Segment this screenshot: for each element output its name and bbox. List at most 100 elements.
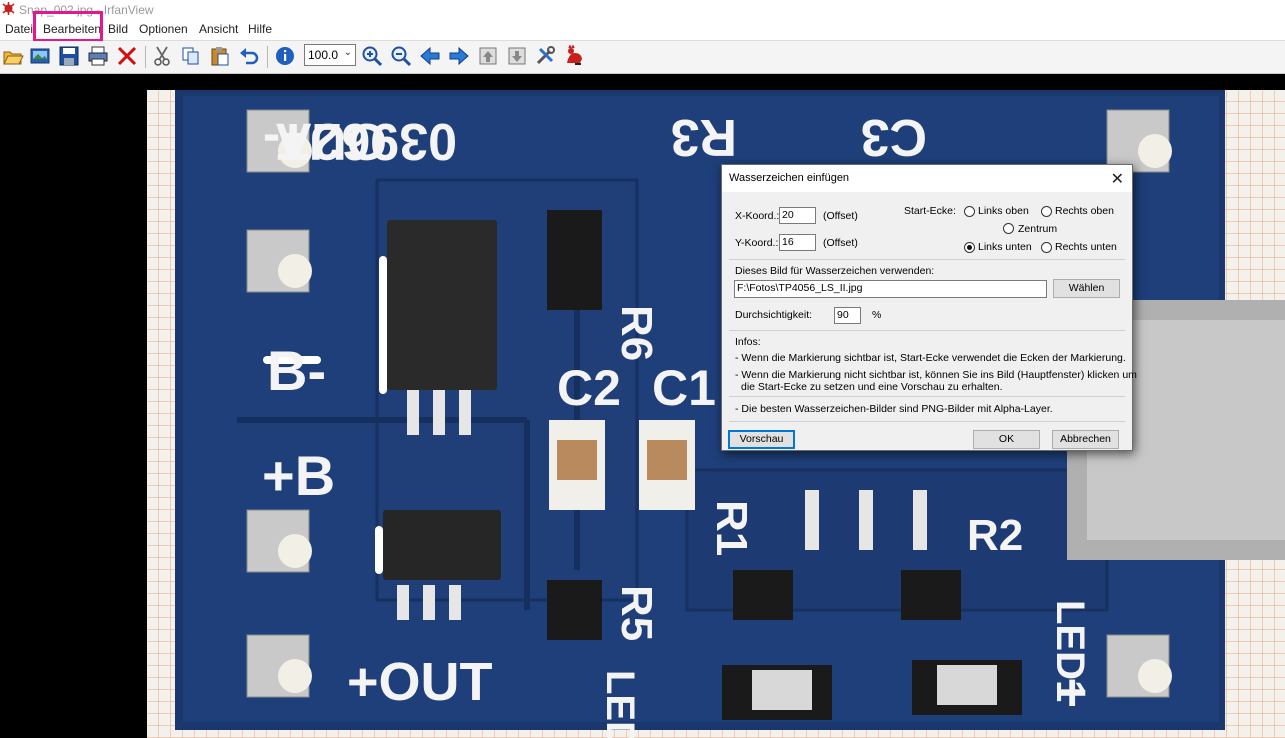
infos-label: Infos: bbox=[735, 336, 761, 348]
zoom-in-button[interactable] bbox=[360, 44, 384, 68]
image-path-label: Dieses Bild für Wasserzeichen verwenden: bbox=[735, 265, 935, 277]
irfanview-cat-icon bbox=[567, 45, 582, 65]
delete-button[interactable] bbox=[115, 44, 139, 68]
x-offset-label: (Offset) bbox=[823, 210, 858, 222]
pcb-label-r3: R3 bbox=[671, 108, 737, 166]
info-text-2b: die Start-Ecke zu setzen und eine Vorsch… bbox=[741, 381, 1003, 393]
y-offset-label: (Offset) bbox=[823, 237, 858, 249]
close-icon[interactable]: ✕ bbox=[1111, 169, 1124, 189]
radio-zentrum-label[interactable]: Zentrum bbox=[1018, 223, 1057, 235]
preview-button[interactable]: Vorschau bbox=[728, 430, 795, 449]
zoom-value: 100.0 bbox=[308, 48, 339, 62]
menu-datei[interactable]: Datei bbox=[5, 22, 33, 36]
opacity-label: Durchsichtigkeit: bbox=[735, 309, 813, 321]
y-coord-label: Y-Koord.: bbox=[735, 237, 779, 249]
menu-bar: Datei Bearbeiten Bild Optionen Ansicht H… bbox=[0, 19, 1285, 41]
toolbar-separator bbox=[145, 46, 146, 68]
paste-clipboard-icon bbox=[211, 47, 229, 66]
scissors-icon bbox=[154, 46, 170, 66]
pcb-label-out-plus: +OUT bbox=[347, 652, 493, 712]
choose-button[interactable]: Wählen bbox=[1053, 279, 1120, 298]
undo-arrow-icon bbox=[240, 48, 259, 65]
dialog-title-bar: Wasserzeichen einfügen ✕ bbox=[722, 165, 1132, 192]
previous-image-button[interactable] bbox=[418, 44, 442, 68]
x-coord-input[interactable]: 20 bbox=[779, 207, 816, 224]
pcb-label-r2: R2 bbox=[967, 511, 1023, 560]
zoom-out-icon bbox=[391, 46, 412, 67]
page-up-icon bbox=[479, 47, 497, 65]
radio-rechts-unten-label[interactable]: Rechts unten bbox=[1055, 241, 1117, 253]
copy-icon bbox=[182, 47, 199, 65]
radio-rechts-oben[interactable] bbox=[1041, 206, 1052, 217]
y-coord-input[interactable]: 16 bbox=[779, 234, 816, 251]
arrow-right-icon bbox=[449, 46, 469, 66]
opacity-unit: % bbox=[872, 309, 882, 321]
pcb-label-c2: C2 bbox=[557, 360, 621, 416]
toolbar: 100.0 ⌄ bbox=[0, 41, 1285, 74]
watermark-dialog: Wasserzeichen einfügen ✕ X-Koord.: 20 (O… bbox=[721, 164, 1137, 451]
pcb-label-r6: R6 bbox=[612, 305, 661, 361]
cancel-button[interactable]: Abbrechen bbox=[1052, 430, 1119, 449]
chevron-down-icon: ⌄ bbox=[343, 47, 352, 58]
divider bbox=[729, 421, 1125, 422]
arrow-left-icon bbox=[420, 46, 440, 66]
slideshow-button[interactable] bbox=[28, 44, 52, 68]
settings-button[interactable] bbox=[533, 44, 557, 68]
image-path-input[interactable]: F:\Fotos\TP4056_LS_II.jpg bbox=[734, 280, 1047, 298]
open-button[interactable] bbox=[1, 44, 25, 68]
divider bbox=[729, 330, 1125, 331]
menu-ansicht[interactable]: Ansicht bbox=[199, 22, 238, 36]
pcb-label-c1: C1 bbox=[652, 360, 716, 416]
toolbar-separator bbox=[267, 46, 268, 68]
pcb-label-led2: LED2 bbox=[598, 670, 642, 738]
radio-links-unten[interactable] bbox=[964, 242, 975, 253]
save-disk-icon bbox=[59, 46, 79, 66]
zoom-select[interactable]: 100.0 ⌄ bbox=[304, 44, 356, 66]
radio-rechts-oben-label[interactable]: Rechts oben bbox=[1055, 205, 1114, 217]
info-text-2a: - Wenn die Markierung nicht sichtbar ist… bbox=[735, 369, 1137, 381]
radio-links-oben[interactable] bbox=[964, 206, 975, 217]
radio-links-unten-label[interactable]: Links unten bbox=[978, 241, 1032, 253]
page-down-icon bbox=[508, 47, 526, 65]
ok-button[interactable]: OK bbox=[973, 430, 1040, 449]
info-text-1: - Wenn die Markierung sichtbar ist, Star… bbox=[735, 352, 1126, 364]
radio-zentrum[interactable] bbox=[1003, 223, 1014, 234]
pcb-label-03962a: 03962A bbox=[275, 112, 457, 170]
pcb-label-r5: R5 bbox=[612, 585, 661, 641]
menu-bild[interactable]: Bild bbox=[108, 22, 128, 36]
printer-icon bbox=[88, 46, 108, 66]
info-button[interactable] bbox=[273, 44, 297, 68]
divider bbox=[729, 259, 1125, 260]
undo-button[interactable] bbox=[237, 44, 261, 68]
paste-button[interactable] bbox=[208, 44, 232, 68]
last-page-button[interactable] bbox=[505, 44, 529, 68]
start-corner-label: Start-Ecke: bbox=[904, 205, 956, 217]
print-button[interactable] bbox=[86, 44, 110, 68]
info-icon bbox=[276, 47, 294, 65]
next-image-button[interactable] bbox=[447, 44, 471, 68]
menu-hilfe[interactable]: Hilfe bbox=[248, 22, 272, 36]
radio-rechts-unten[interactable] bbox=[1041, 242, 1052, 253]
radio-links-oben-label[interactable]: Links oben bbox=[978, 205, 1029, 217]
first-page-button[interactable] bbox=[476, 44, 500, 68]
info-text-3: - Die besten Wasserzeichen-Bilder sind P… bbox=[735, 403, 1053, 415]
pcb-label-plus: + bbox=[1057, 664, 1087, 722]
cut-button[interactable] bbox=[150, 44, 174, 68]
zoom-in-icon bbox=[362, 46, 383, 67]
delete-x-icon bbox=[117, 46, 137, 66]
opacity-input[interactable]: 90 bbox=[834, 307, 861, 324]
copy-button[interactable] bbox=[179, 44, 203, 68]
title-bar: Snap_002.jpg - IrfanView bbox=[0, 0, 1285, 19]
zoom-out-button[interactable] bbox=[389, 44, 413, 68]
pcb-label-c3: C3 bbox=[861, 108, 927, 166]
pcb-label-r1: R1 bbox=[707, 500, 756, 556]
about-button[interactable] bbox=[562, 44, 586, 68]
pcb-label-b-plus: +B bbox=[262, 444, 335, 507]
save-button[interactable] bbox=[57, 44, 81, 68]
x-coord-label: X-Koord.: bbox=[735, 210, 780, 222]
menu-optionen[interactable]: Optionen bbox=[139, 22, 188, 36]
dialog-title: Wasserzeichen einfügen bbox=[729, 172, 850, 184]
irfanview-logo-icon bbox=[2, 2, 15, 15]
open-folder-icon bbox=[3, 51, 24, 65]
menu-highlight-annotation bbox=[33, 11, 103, 42]
